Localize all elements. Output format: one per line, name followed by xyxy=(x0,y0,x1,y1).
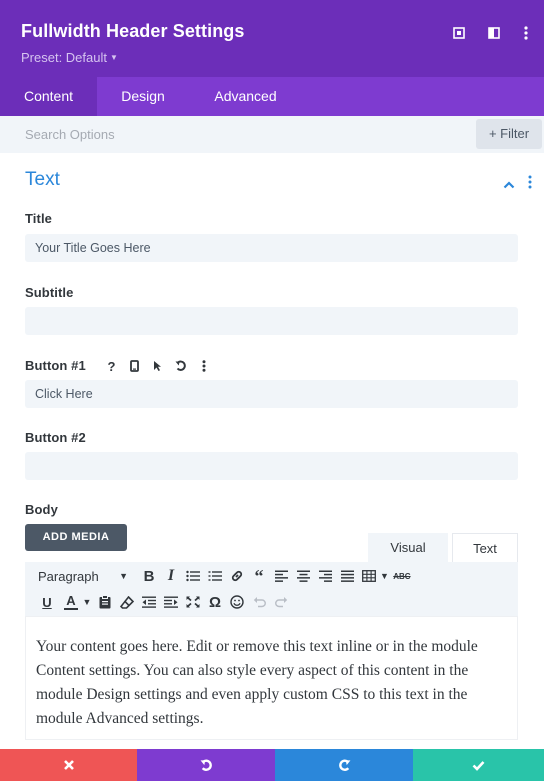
more-icon[interactable] xyxy=(518,25,534,41)
body-editor[interactable]: Your content goes here. Edit or remove t… xyxy=(25,616,518,740)
editor-undo-icon[interactable] xyxy=(250,591,268,613)
bold-icon[interactable]: B xyxy=(140,565,158,587)
strikethrough-icon[interactable]: ABC xyxy=(393,565,411,587)
caret-down-icon: ▼ xyxy=(110,53,118,62)
button1-label: Button #1 xyxy=(25,358,86,373)
modal-footer xyxy=(0,749,544,781)
align-left-icon[interactable] xyxy=(272,565,290,587)
tab-advanced[interactable]: Advanced xyxy=(198,77,293,116)
title-label: Title xyxy=(25,211,52,226)
italic-icon[interactable]: I xyxy=(162,565,180,587)
special-character-icon[interactable]: Ω xyxy=(206,591,224,613)
chevron-up-icon[interactable] xyxy=(503,176,515,194)
section-title[interactable]: Text xyxy=(25,169,60,191)
undo-icon[interactable] xyxy=(169,357,192,375)
eraser-icon[interactable] xyxy=(118,591,136,613)
tab-design[interactable]: Design xyxy=(97,77,189,116)
preset-label: Preset: Default xyxy=(21,50,107,65)
add-media-button[interactable]: ADD MEDIA xyxy=(25,524,127,551)
section-more-icon[interactable] xyxy=(528,175,532,194)
paragraph-label: Paragraph xyxy=(38,568,99,584)
help-icon[interactable]: ? xyxy=(100,357,123,375)
text-color-icon[interactable]: A xyxy=(64,594,78,610)
dropdown-arrow-icon: ▼ xyxy=(119,571,128,581)
editor-toolbar: Paragraph ▼ B I “ ▼ ABC U A ▼ Ω xyxy=(25,562,518,616)
button1-option-icons: ? xyxy=(100,357,215,375)
button1-input[interactable]: Click Here xyxy=(25,380,518,408)
more-icon[interactable] xyxy=(192,357,215,375)
table-icon[interactable] xyxy=(360,565,378,587)
fullscreen-icon[interactable] xyxy=(184,591,202,613)
bullet-list-icon[interactable] xyxy=(184,565,202,587)
outdent-icon[interactable] xyxy=(140,591,158,613)
paste-text-icon[interactable] xyxy=(96,591,114,613)
tab-visual[interactable]: Visual xyxy=(368,533,448,563)
text-color-dropdown-icon[interactable]: ▼ xyxy=(82,591,92,613)
align-center-icon[interactable] xyxy=(294,565,312,587)
search-bar: Search Options + Filter xyxy=(0,116,544,153)
table-dropdown-icon[interactable]: ▼ xyxy=(380,565,389,587)
title-input[interactable]: Your Title Goes Here xyxy=(25,234,518,262)
sidebar-icon[interactable] xyxy=(486,25,502,41)
save-button[interactable] xyxy=(413,749,544,781)
subtitle-input[interactable] xyxy=(25,307,518,335)
redo-button[interactable] xyxy=(275,749,413,781)
subtitle-label: Subtitle xyxy=(25,285,74,300)
discard-button[interactable] xyxy=(0,749,137,781)
indent-icon[interactable] xyxy=(162,591,180,613)
check-icon xyxy=(472,760,485,771)
numbered-list-icon[interactable] xyxy=(206,565,224,587)
filter-button[interactable]: + Filter xyxy=(476,119,542,149)
emoji-icon[interactable] xyxy=(228,591,246,613)
align-justify-icon[interactable] xyxy=(338,565,356,587)
modal-header: Fullwidth Header Settings Preset: Defaul… xyxy=(0,0,544,77)
align-right-icon[interactable] xyxy=(316,565,334,587)
close-icon xyxy=(63,760,74,770)
settings-tabs: Content Design Advanced xyxy=(0,77,544,116)
underline-icon[interactable]: U xyxy=(38,591,56,613)
cursor-icon[interactable] xyxy=(146,357,169,375)
paragraph-select[interactable]: Paragraph ▼ xyxy=(38,565,130,587)
tab-content[interactable]: Content xyxy=(0,77,97,116)
undo-button[interactable] xyxy=(137,749,275,781)
expand-icon[interactable] xyxy=(451,25,467,41)
body-label: Body xyxy=(25,502,58,517)
redo-icon xyxy=(338,759,350,771)
editor-redo-icon[interactable] xyxy=(272,591,290,613)
button2-label: Button #2 xyxy=(25,430,86,445)
button2-input[interactable] xyxy=(25,452,518,480)
mobile-icon[interactable] xyxy=(123,357,146,375)
preset-selector[interactable]: Preset: Default ▼ xyxy=(21,50,118,65)
undo-icon xyxy=(200,759,212,771)
modal-title: Fullwidth Header Settings xyxy=(21,21,245,41)
search-input[interactable]: Search Options xyxy=(25,127,115,142)
link-icon[interactable] xyxy=(228,565,246,587)
tab-text[interactable]: Text xyxy=(452,533,518,563)
blockquote-icon[interactable]: “ xyxy=(250,565,268,587)
